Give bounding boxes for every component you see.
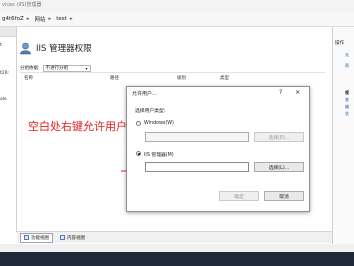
action-link[interactable]: 允: [345, 52, 349, 58]
view-tabs: 功能视图 内容视图: [17, 231, 332, 243]
cancel-button[interactable]: 取消: [264, 191, 304, 201]
tab-label: 功能视图: [31, 235, 49, 241]
dialog-title: 允许用户...: [132, 91, 157, 97]
action-link[interactable]: 编: [345, 104, 349, 110]
status-bar: [0, 244, 354, 252]
windows-select-button: 选择(E)...: [254, 132, 304, 142]
action-section: 视: [345, 90, 349, 95]
iis-select-button[interactable]: 选择(L)...: [254, 162, 304, 172]
windows-option-label[interactable]: Windows(W): [144, 121, 174, 126]
help-icon[interactable]: ?: [279, 89, 282, 96]
actions-header: 操作: [335, 41, 344, 46]
tab-content-view[interactable]: 内容视图: [56, 233, 89, 243]
tab-feature-view[interactable]: 功能视图: [20, 232, 53, 243]
action-link[interactable]: 帮: [345, 63, 349, 69]
action-link[interactable]: 查: [345, 97, 349, 103]
actions-pane: 操作 允 帮 视 查 编 状: [332, 27, 354, 244]
user-type-label: 选择用户类型:: [135, 109, 166, 114]
content-view-icon: [60, 235, 65, 240]
tab-label: 内容视图: [67, 235, 85, 241]
windows-user-field: [145, 132, 249, 142]
iis-user-field[interactable]: [145, 162, 249, 172]
allow-user-dialog: 允许用户... ? × 选择用户类型: Windows(W) 选择(E)... …: [126, 86, 310, 212]
feature-view-icon: [24, 235, 29, 240]
iis-manager-radio[interactable]: [136, 151, 141, 156]
taskbar: [0, 252, 354, 266]
ok-button: 确定: [219, 191, 259, 201]
windows-radio[interactable]: [136, 121, 141, 126]
close-icon[interactable]: ×: [295, 88, 300, 96]
iis-option-label[interactable]: IIS 管理器(M): [144, 151, 174, 158]
action-link[interactable]: 状: [345, 111, 349, 117]
